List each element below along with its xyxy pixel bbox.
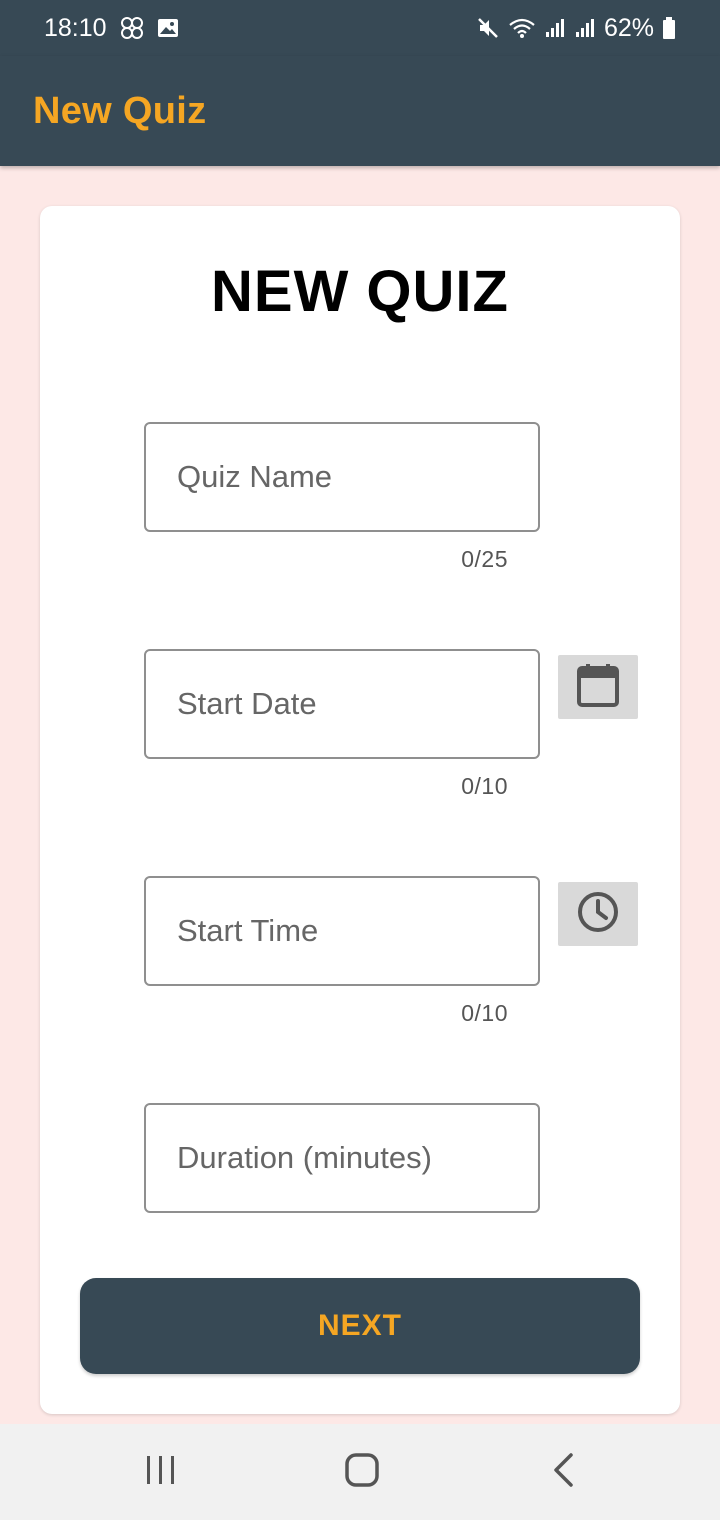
battery-percent: 62% xyxy=(603,13,654,42)
home-icon xyxy=(345,1452,379,1492)
new-quiz-card: NEW QUIZ 0/25 0/10 0/10 xyxy=(40,206,680,1414)
start-date-field[interactable] xyxy=(144,649,540,759)
time-picker-button[interactable] xyxy=(558,882,638,946)
recents-button[interactable] xyxy=(131,1452,191,1492)
system-nav-bar xyxy=(0,1424,720,1520)
date-picker-button[interactable] xyxy=(558,655,638,719)
duration-input[interactable] xyxy=(177,1140,538,1176)
duration-field[interactable] xyxy=(144,1103,540,1213)
start-time-input[interactable] xyxy=(177,913,538,949)
status-bar: 18:10 62% xyxy=(0,0,720,56)
back-icon xyxy=(552,1452,576,1492)
battery-icon xyxy=(662,16,676,40)
next-button[interactable]: NEXT xyxy=(80,1278,640,1374)
status-time: 18:10 xyxy=(44,13,107,42)
home-button[interactable] xyxy=(332,1452,392,1492)
start-time-counter: 0/10 xyxy=(461,1000,508,1026)
page-title: NEW QUIZ xyxy=(211,259,509,324)
back-button[interactable] xyxy=(534,1452,594,1492)
wifi-icon xyxy=(508,16,536,40)
recents-icon xyxy=(145,1455,177,1490)
start-time-field[interactable] xyxy=(144,876,540,986)
clock-icon xyxy=(577,891,619,938)
signal-icon xyxy=(544,17,566,39)
calendar-icon xyxy=(577,663,619,712)
quiz-name-counter: 0/25 xyxy=(461,546,508,572)
app-bar-title: New Quiz xyxy=(33,89,207,132)
quiz-name-input[interactable] xyxy=(177,459,538,495)
start-date-counter: 0/10 xyxy=(461,773,508,799)
app-bar: New Quiz xyxy=(0,56,720,166)
image-notification-icon xyxy=(157,18,179,38)
start-date-input[interactable] xyxy=(177,686,538,722)
signal-icon-2 xyxy=(574,17,596,39)
mute-icon xyxy=(476,16,500,40)
quiz-name-field[interactable] xyxy=(144,422,540,532)
gallery-notification-icon xyxy=(119,16,145,40)
